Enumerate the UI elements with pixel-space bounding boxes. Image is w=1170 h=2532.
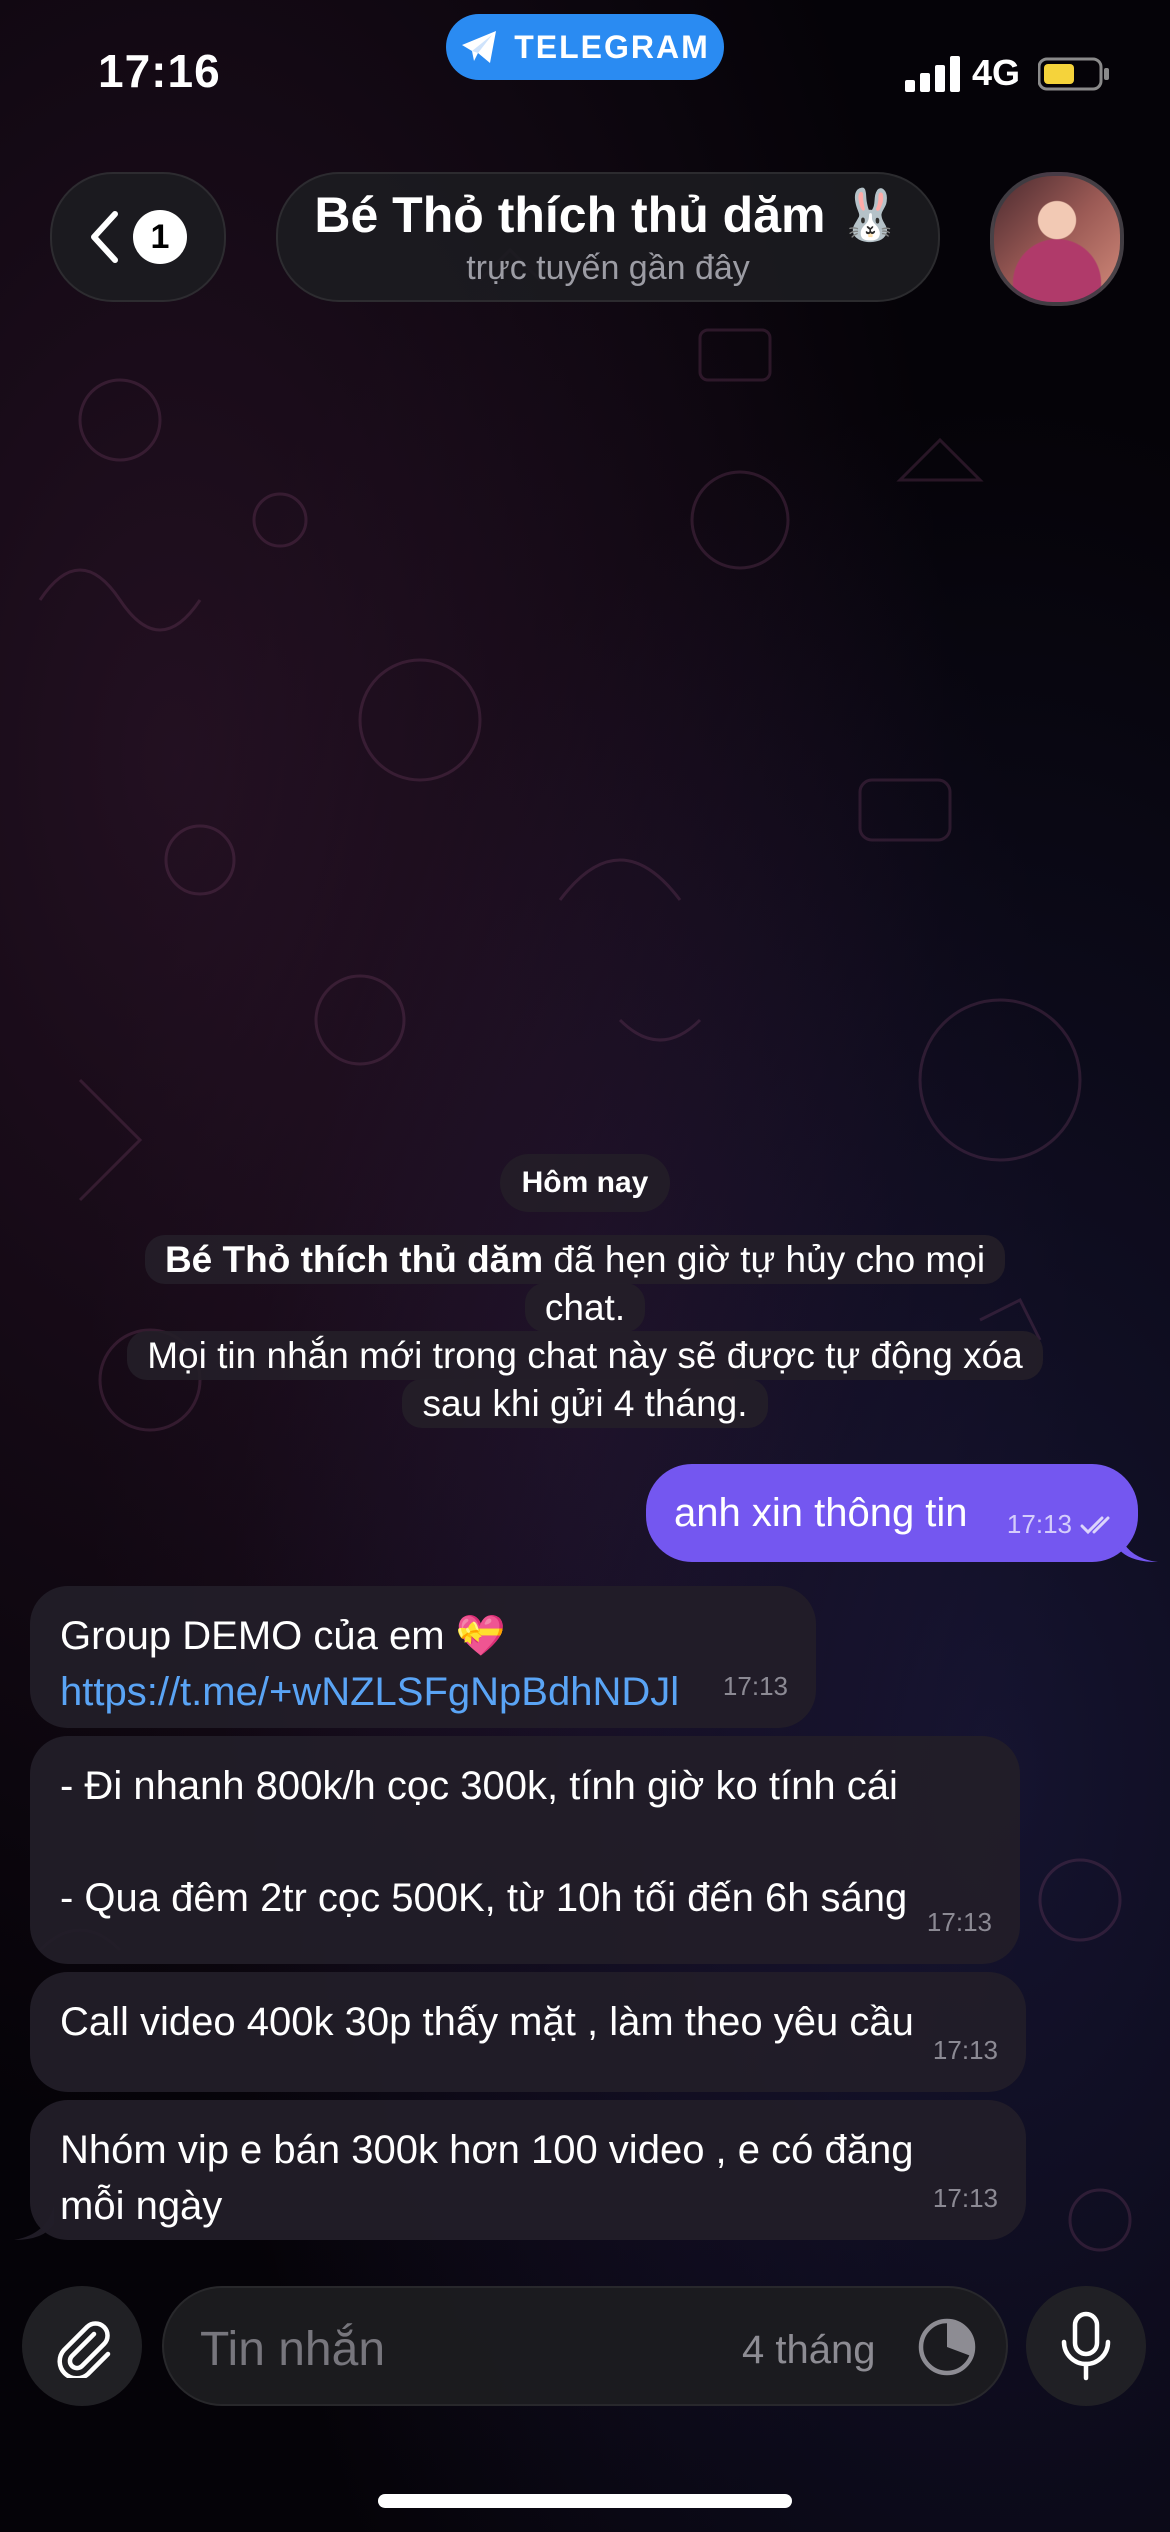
message-line: - Qua đêm 2tr cọc 500K, từ 10h tối đến 6…	[60, 1876, 908, 1920]
chat-header[interactable]: Bé Thỏ thích thủ dăm 🐰 trực tuyến gần đâ…	[276, 172, 940, 302]
message-text: Group DEMO của em 💝	[60, 1614, 506, 1658]
message-time: 17:13	[932, 2183, 998, 2213]
back-button[interactable]: 1	[50, 172, 226, 302]
incoming-message[interactable]: - Đi nhanh 800k/h cọc 300k, tính giờ ko …	[30, 1736, 1020, 1964]
chat-status: trực tuyến gần đây	[466, 249, 750, 287]
message-line: - Đi nhanh 800k/h cọc 300k, tính giờ ko …	[60, 1764, 898, 1808]
signal-icon	[905, 56, 960, 92]
message-input[interactable]: Tin nhắn 4 tháng	[162, 2286, 1008, 2406]
read-check-icon	[1080, 1516, 1110, 1534]
attach-button[interactable]	[22, 2286, 142, 2406]
outgoing-message[interactable]: anh xin thông tin 17:13	[646, 1464, 1138, 1562]
message-text: Call video 400k 30p thấy mặt , làm theo …	[60, 2000, 914, 2044]
microphone-icon	[1061, 2311, 1111, 2381]
service-sender: Bé Thỏ thích thủ dăm	[164, 1239, 544, 1280]
avatar[interactable]	[990, 172, 1124, 306]
clock-timer-icon[interactable]	[916, 2316, 978, 2378]
service-line1: đã hẹn giờ tự hủy cho mọi chat.	[543, 1239, 986, 1328]
date-divider: Hôm nay	[500, 1154, 670, 1212]
outgoing-bubble-tail	[1118, 1528, 1158, 1562]
microphone-button[interactable]	[1026, 2286, 1146, 2406]
message-input-placeholder: Tin nhắn	[200, 2323, 386, 2376]
service-line2: Mọi tin nhắn mới trong chat này sẽ được …	[127, 1331, 1043, 1428]
incoming-message[interactable]: Nhóm vip e bán 300k hơn 100 video , e có…	[30, 2100, 1026, 2240]
message-time: 17:13	[722, 1671, 788, 1701]
incoming-message[interactable]: Call video 400k 30p thấy mặt , làm theo …	[30, 1972, 1026, 2092]
message-time: 17:13	[932, 2035, 998, 2065]
unread-badge: 1	[133, 210, 187, 264]
message-text: Nhóm vip e bán 300k hơn 100 video , e có…	[60, 2128, 914, 2228]
telegram-app-pill[interactable]: TELEGRAM	[446, 14, 724, 80]
chat-title: Bé Thỏ thích thủ dăm 🐰	[314, 187, 902, 243]
status-bar: 17:16 TELEGRAM 4G	[0, 0, 1170, 150]
message-time: 17:13	[1006, 1509, 1072, 1539]
service-message: Bé Thỏ thích thủ dăm đã hẹn giờ tự hủy c…	[110, 1235, 1060, 1428]
home-indicator[interactable]	[378, 2494, 792, 2508]
battery-icon	[1038, 57, 1109, 91]
network-type: 4G	[972, 52, 1021, 93]
app-pill-label: TELEGRAM	[514, 28, 710, 65]
status-time: 17:16	[98, 45, 221, 97]
message-time: 17:13	[926, 1907, 992, 1937]
incoming-message[interactable]: Group DEMO của em 💝 https://t.me/+wNZLSF…	[30, 1586, 816, 1728]
paperclip-icon	[57, 2321, 111, 2378]
back-chevron-icon	[91, 211, 118, 263]
self-destruct-label: 4 tháng	[742, 2328, 876, 2372]
message-link[interactable]: https://t.me/+wNZLSFgNpBdhNDJl	[60, 1670, 679, 1714]
incoming-bubble-tail	[14, 2204, 54, 2240]
telegram-plane-icon	[462, 31, 497, 63]
message-text: anh xin thông tin	[674, 1490, 968, 1535]
